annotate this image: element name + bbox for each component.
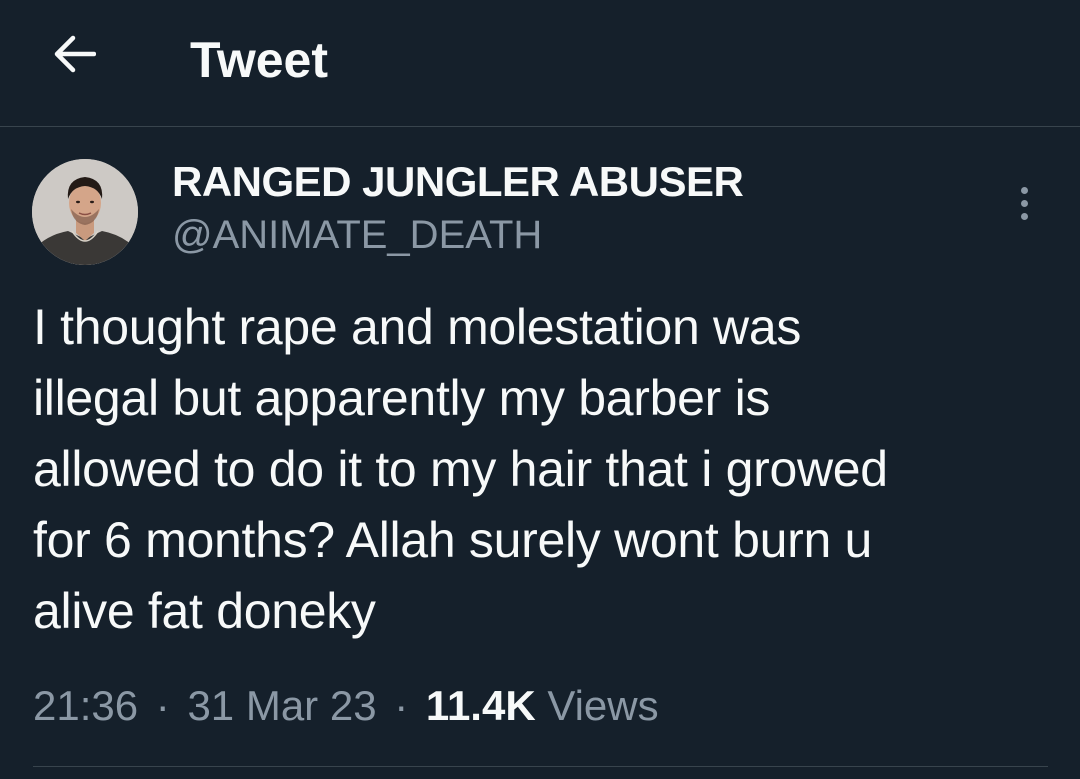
tweet-text: I thought rape and molestation was illeg…	[33, 299, 888, 639]
views-count[interactable]: 11.4K	[426, 682, 536, 729]
divider	[33, 766, 1048, 767]
avatar[interactable]	[32, 159, 138, 265]
avatar-photo	[32, 159, 138, 265]
more-options-button[interactable]	[1004, 178, 1044, 228]
views-label: Views	[547, 682, 659, 729]
meta-separator: ·	[394, 682, 409, 729]
meta-separator: ·	[155, 682, 170, 729]
tweet-time[interactable]: 21:36	[33, 682, 138, 729]
top-bar: Tweet	[0, 0, 1080, 127]
back-button[interactable]	[44, 24, 104, 84]
arrow-left-icon	[54, 35, 96, 73]
author-display-name[interactable]: RANGED JUNGLER ABUSER	[172, 156, 744, 208]
more-vertical-icon-dot	[1020, 212, 1028, 220]
tweet-date[interactable]: 31 Mar 23	[187, 682, 376, 729]
tweet-meta: 21:36 · 31 Mar 23 · 11.4K Views	[33, 678, 659, 734]
more-vertical-icon	[1020, 186, 1028, 194]
more-vertical-icon-dot	[1020, 199, 1028, 207]
author-handle[interactable]: @ANIMATE_DEATH	[172, 210, 542, 260]
page-title: Tweet	[190, 32, 328, 88]
